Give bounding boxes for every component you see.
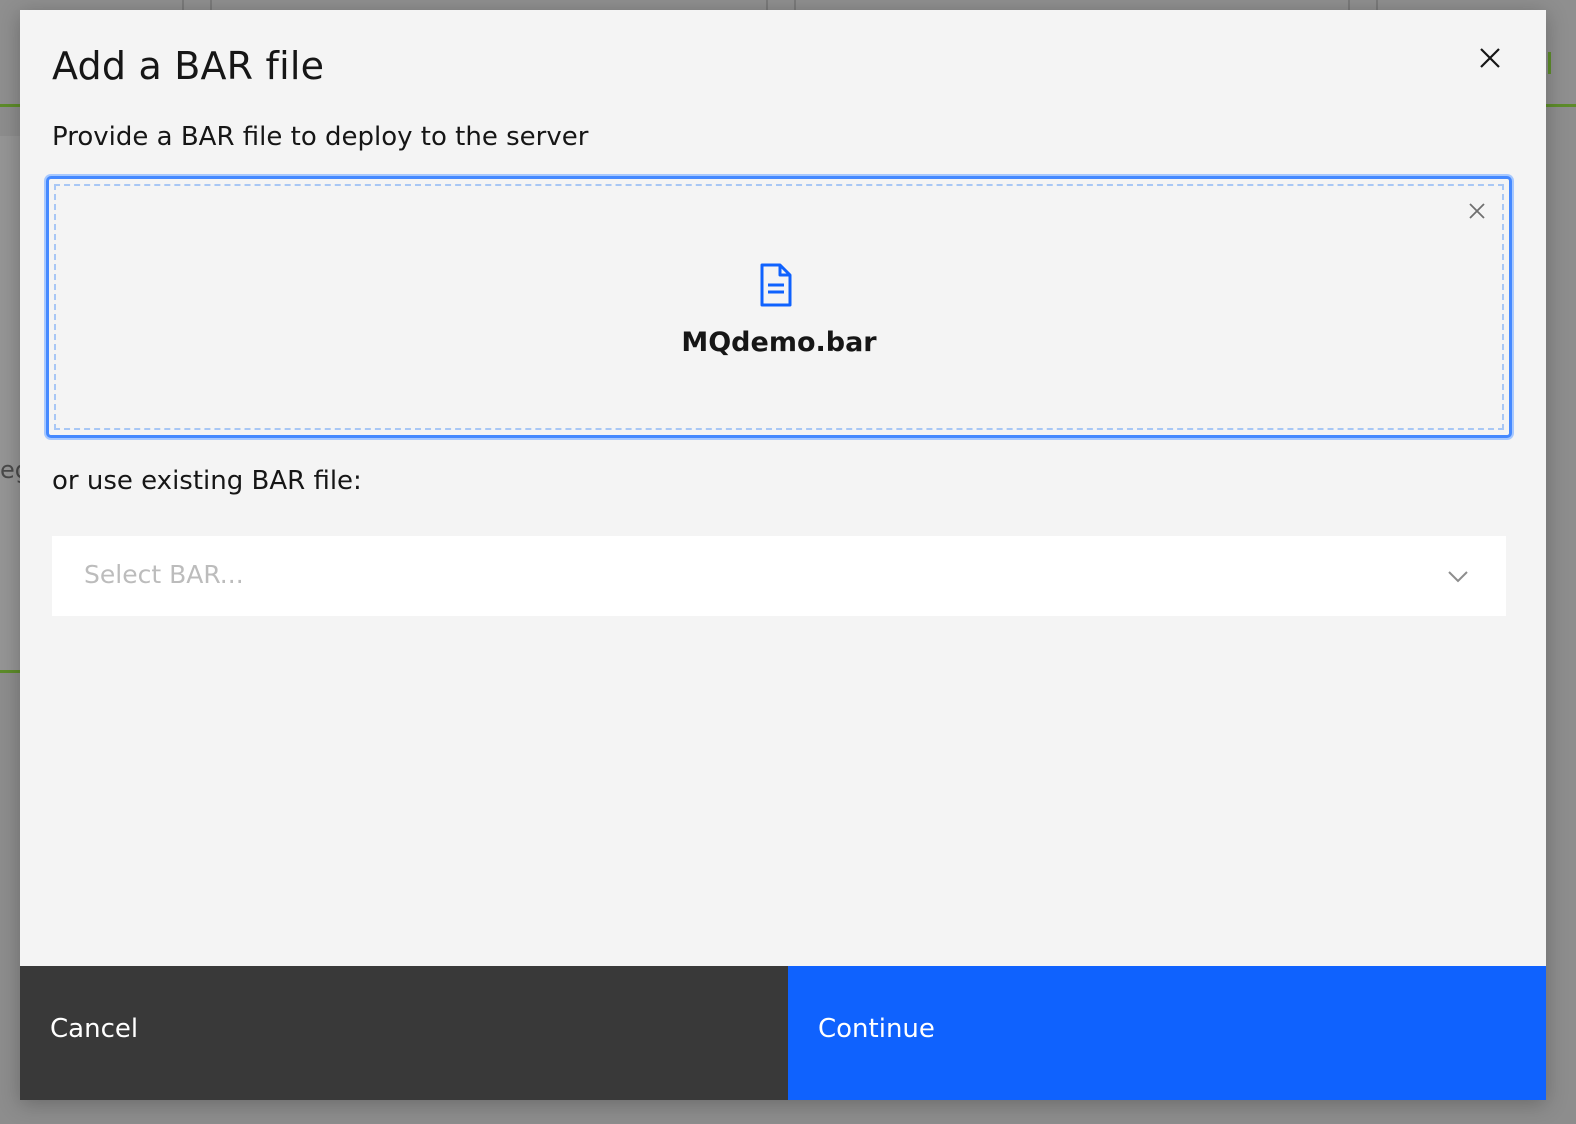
uploaded-file-name: MQdemo.bar bbox=[681, 327, 877, 358]
modal-subtitle: Provide a BAR file to deploy to the serv… bbox=[52, 122, 589, 152]
background-card bbox=[0, 136, 22, 673]
modal-title: Add a BAR file bbox=[52, 44, 325, 88]
existing-bar-label: or use existing BAR file: bbox=[52, 466, 362, 496]
cancel-button[interactable]: Cancel bbox=[20, 966, 788, 1100]
continue-button[interactable]: Continue bbox=[788, 966, 1546, 1100]
close-button[interactable] bbox=[1470, 38, 1510, 78]
add-bar-file-modal: Add a BAR file Provide a BAR file to dep… bbox=[20, 10, 1546, 1100]
document-icon bbox=[760, 263, 792, 307]
drop-zone-dashed-border bbox=[54, 184, 1504, 430]
file-drop-zone[interactable]: MQdemo.bar bbox=[46, 176, 1512, 438]
select-bar-dropdown[interactable]: Select BAR... bbox=[52, 536, 1506, 616]
close-icon bbox=[1480, 48, 1500, 68]
close-icon bbox=[1469, 203, 1485, 219]
modal-footer: Cancel Continue bbox=[20, 966, 1546, 1100]
chevron-down-icon bbox=[1448, 571, 1468, 583]
select-placeholder: Select BAR... bbox=[84, 560, 244, 589]
remove-file-button[interactable] bbox=[1463, 197, 1491, 225]
